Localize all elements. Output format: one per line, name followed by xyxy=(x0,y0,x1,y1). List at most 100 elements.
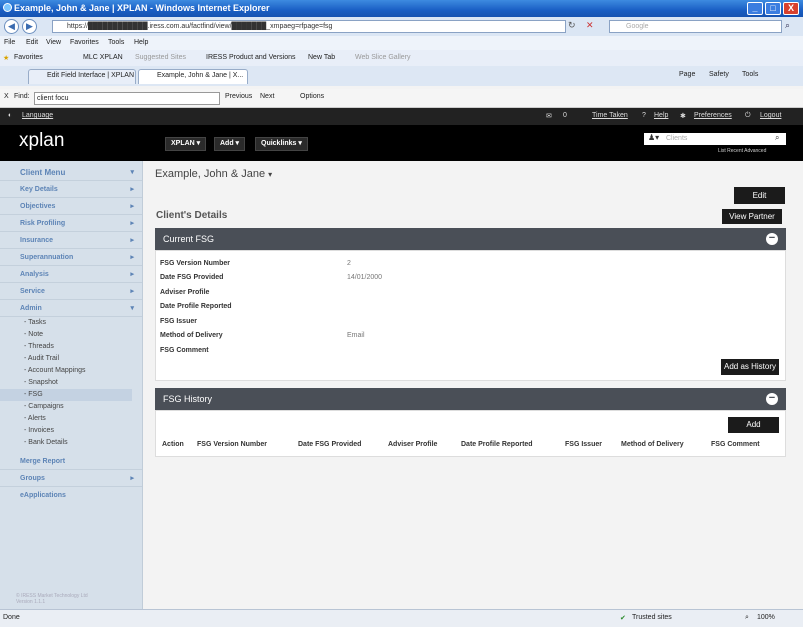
message-count: 0 xyxy=(563,112,567,119)
sidebar-item-key-details[interactable]: Key Details ▸ xyxy=(0,182,142,198)
sidebar-sub-invoices[interactable]: - Invoices xyxy=(0,425,142,437)
column-header: FSG Issuer xyxy=(565,441,602,448)
column-header: Action xyxy=(162,441,184,448)
edit-button[interactable]: Edit xyxy=(734,187,785,204)
favorite-new-tab[interactable]: New Tab xyxy=(308,54,335,61)
add-menu-button[interactable]: Add ▾ xyxy=(214,137,246,151)
tools-menu[interactable]: Tools xyxy=(742,71,758,78)
refresh-icon[interactable]: ↻ xyxy=(568,20,576,31)
column-header: Method of Delivery xyxy=(621,441,684,448)
sidebar-item-objectives[interactable]: Objectives ▸ xyxy=(0,199,142,215)
mail-icon[interactable]: ✉ xyxy=(546,112,552,120)
forward-icon[interactable]: ▶ xyxy=(22,19,37,34)
help-link[interactable]: Help xyxy=(654,112,668,119)
sidebar-item-service[interactable]: Service ▸ xyxy=(0,284,142,300)
tab-edit-field[interactable]: Edit Field Interface | XPLAN xyxy=(28,69,136,84)
zoom-level[interactable]: 100% xyxy=(757,614,775,621)
xplan-menu-button[interactable]: XPLAN ▾ xyxy=(165,137,207,151)
tab-example-client[interactable]: Example, John & Jane | X... xyxy=(138,69,248,84)
find-next-button[interactable]: Next xyxy=(260,93,274,100)
sidebar-item-admin[interactable]: Admin ▾ xyxy=(0,301,142,317)
client-search-input[interactable]: Clients xyxy=(644,133,786,145)
sidebar-item-insurance[interactable]: Insurance ▸ xyxy=(0,233,142,249)
sidebar-sub-campaigns[interactable]: - Campaigns xyxy=(0,401,142,413)
status-bar: Done ✔ Trusted sites ⌕ 100% xyxy=(0,609,803,627)
client-search-icon[interactable]: ⌕ xyxy=(775,133,779,143)
menu-file[interactable]: File xyxy=(4,39,15,46)
globe-icon: ◐ xyxy=(8,112,13,119)
language-link[interactable]: Language xyxy=(22,112,53,119)
security-zone[interactable]: Trusted sites xyxy=(632,614,672,621)
menu-edit[interactable]: Edit xyxy=(26,39,38,46)
column-header: Date FSG Provided xyxy=(298,441,362,448)
menu-help[interactable]: Help xyxy=(134,39,148,46)
fsg-history-header[interactable]: FSG History − xyxy=(155,388,786,410)
collapse-icon[interactable]: − xyxy=(766,393,778,405)
menu-tools[interactable]: Tools xyxy=(108,39,124,46)
current-fsg-header[interactable]: Current FSG − xyxy=(155,228,786,250)
xplan-logo[interactable]: xplan xyxy=(19,130,64,152)
close-button[interactable]: X xyxy=(783,2,799,15)
chevron-down-icon: ▾ xyxy=(268,170,273,179)
gear-icon: ✱ xyxy=(680,113,686,120)
favorite-suggested-sites[interactable]: Suggested Sites xyxy=(135,54,186,61)
view-partner-button[interactable]: View Partner xyxy=(722,209,782,224)
preferences-link[interactable]: Preferences xyxy=(694,112,732,119)
sidebar-sub-audit-trail[interactable]: - Audit Trail xyxy=(0,353,142,365)
sidebar-item-analysis[interactable]: Analysis ▸ xyxy=(0,267,142,283)
client-menu-header[interactable]: Client Menu ▾ xyxy=(0,165,142,181)
chevron-right-icon: ▸ xyxy=(130,254,134,261)
chevron-down-icon: ▾ xyxy=(130,169,134,176)
stop-icon[interactable]: ✕ xyxy=(586,20,594,31)
sidebar-sub-fsg[interactable]: - FSG xyxy=(0,389,132,401)
browser-search-input[interactable]: Google xyxy=(609,20,782,33)
sidebar-item-eapplications[interactable]: eApplications xyxy=(0,488,142,504)
client-search-links[interactable]: List Recent Advanced xyxy=(718,148,766,154)
sidebar-item-groups[interactable]: Groups ▸ xyxy=(0,471,142,487)
logout-link[interactable]: Logout xyxy=(760,112,781,119)
sidebar-sub-note[interactable]: - Note xyxy=(0,329,142,341)
quicklinks-menu-button[interactable]: Quicklinks ▾ xyxy=(255,137,308,151)
add-history-button[interactable]: Add xyxy=(728,417,779,433)
find-close-button[interactable]: X xyxy=(4,93,9,100)
menu-favorites[interactable]: Favorites xyxy=(70,39,99,46)
find-input[interactable]: client focu xyxy=(34,92,220,105)
favorite-iress-product[interactable]: IRESS Product and Versions xyxy=(206,54,296,61)
minimize-button[interactable]: _ xyxy=(747,2,763,15)
client-name-dropdown[interactable]: Example, John & Jane ▾ xyxy=(155,168,272,180)
version-text: Version 1.1.1 xyxy=(16,599,46,605)
window-title: Example, John & Jane | XPLAN - Windows I… xyxy=(14,3,270,13)
sidebar-item-risk-profiling[interactable]: Risk Profiling ▸ xyxy=(0,216,142,232)
sidebar-sub-tasks[interactable]: - Tasks xyxy=(0,317,142,329)
sidebar-sub-alerts[interactable]: - Alerts xyxy=(0,413,142,425)
favorite-web-slice[interactable]: Web Slice Gallery xyxy=(355,54,411,61)
search-icon[interactable]: ⌕ xyxy=(785,20,790,31)
chevron-right-icon: ▸ xyxy=(130,186,134,193)
field-label: Adviser Profile xyxy=(160,289,210,296)
safety-menu[interactable]: Safety xyxy=(709,71,729,78)
sidebar-sub-threads[interactable]: - Threads xyxy=(0,341,142,353)
sidebar-sub-bank-details[interactable]: - Bank Details xyxy=(0,437,142,449)
page-menu[interactable]: Page xyxy=(679,71,695,78)
favorites-button[interactable]: Favorites xyxy=(14,54,43,61)
sidebar-item-superannuation[interactable]: Superannuation ▸ xyxy=(0,250,142,266)
column-header: FSG Comment xyxy=(711,441,760,448)
column-header: Adviser Profile xyxy=(388,441,438,448)
app-top-bar: ◐ Language ✉ 0 Time Taken ? Help ✱ Prefe… xyxy=(0,108,803,125)
sidebar-footer: © IRESS Market Technology Ltd Version 1.… xyxy=(16,593,88,605)
find-options-button[interactable]: Options xyxy=(300,93,324,100)
add-as-history-button[interactable]: Add as History xyxy=(721,359,779,375)
sidebar-sub-snapshot[interactable]: - Snapshot xyxy=(0,377,142,389)
sidebar-sub-account-mappings[interactable]: - Account Mappings xyxy=(0,365,142,377)
time-taken-link[interactable]: Time Taken xyxy=(592,112,628,119)
maximize-button[interactable]: □ xyxy=(765,2,781,15)
back-icon[interactable]: ◀ xyxy=(4,19,19,34)
collapse-icon[interactable]: − xyxy=(766,233,778,245)
chevron-down-icon: ▾ xyxy=(130,305,134,312)
client-menu-sidebar: Client Menu ▾ Key Details ▸ Objectives ▸ Ri… xyxy=(0,161,143,609)
menu-view[interactable]: View xyxy=(46,39,61,46)
sidebar-item-merge-report[interactable]: Merge Report xyxy=(0,454,142,470)
find-previous-button[interactable]: Previous xyxy=(225,93,252,100)
address-bar[interactable]: https://████████████.iress.com.au/factfi… xyxy=(52,20,566,33)
favorite-mlc-xplan[interactable]: MLC XPLAN xyxy=(83,54,123,61)
